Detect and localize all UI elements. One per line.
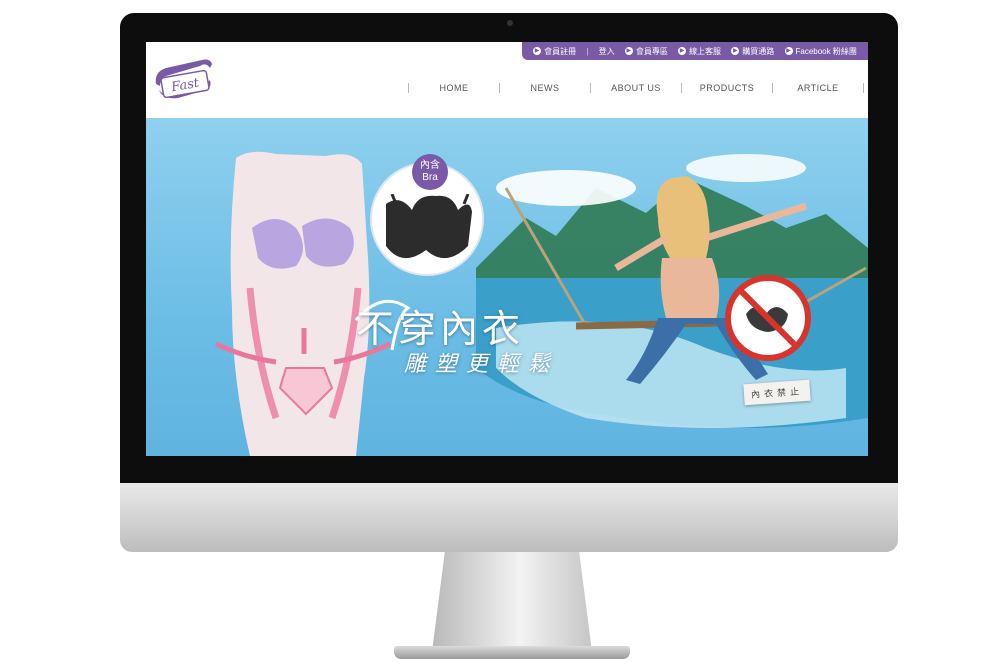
divider: | [586,46,589,56]
hero-illustration [214,151,868,456]
brand-logo[interactable]: Fast [152,54,214,110]
arrow-right-icon: ▶ [624,47,633,55]
hero-banner[interactable]: 內含 Bra 不穿內衣 雕塑更輕鬆 內衣禁止 [146,118,868,456]
arrow-right-icon: ▶ [731,47,740,55]
arrow-right-icon: ▶ [784,47,793,55]
monitor-stand [432,552,592,652]
login-link[interactable]: 登入 [599,46,615,57]
monitor-chin [120,483,898,552]
website-screen: ▶ 會員註冊 | 登入 ▶ 會員專區 ▶ 線上客服 ▶ 購買通路 ▶ Faceb… [146,42,868,456]
member-topbar: ▶ 會員註冊 | 登入 ▶ 會員專區 ▶ 線上客服 ▶ 購買通路 ▶ Faceb… [522,42,868,60]
online-service-link[interactable]: ▶ 線上客服 [678,46,721,57]
main-nav: HOME NEWS ABOUT US PRODUCTS ARTICLE [408,78,864,98]
camera-icon [507,20,513,26]
member-register-link[interactable]: ▶ 會員註冊 [533,46,576,57]
arrow-right-icon: ▶ [533,47,542,55]
arrow-right-icon: ▶ [678,47,687,55]
monitor-base [394,646,630,659]
bra-product-image [386,194,472,259]
nav-products[interactable]: PRODUCTS [681,83,772,93]
hero-headline: 不穿內衣 [356,307,525,351]
nav-article[interactable]: ARTICLE [772,83,864,93]
nav-home[interactable]: HOME [408,83,499,93]
facebook-fanpage-link[interactable]: ▶ Facebook 粉絲團 [784,46,857,57]
contains-bra-badge: 內含 Bra [412,154,448,190]
member-area-link[interactable]: ▶ 會員專區 [624,46,668,57]
nav-about-us[interactable]: ABOUT US [590,83,681,93]
nav-news[interactable]: NEWS [499,83,590,93]
purchase-channels-link[interactable]: ▶ 購買通路 [731,46,774,57]
hero-subhead: 雕塑更輕鬆 [404,352,560,377]
